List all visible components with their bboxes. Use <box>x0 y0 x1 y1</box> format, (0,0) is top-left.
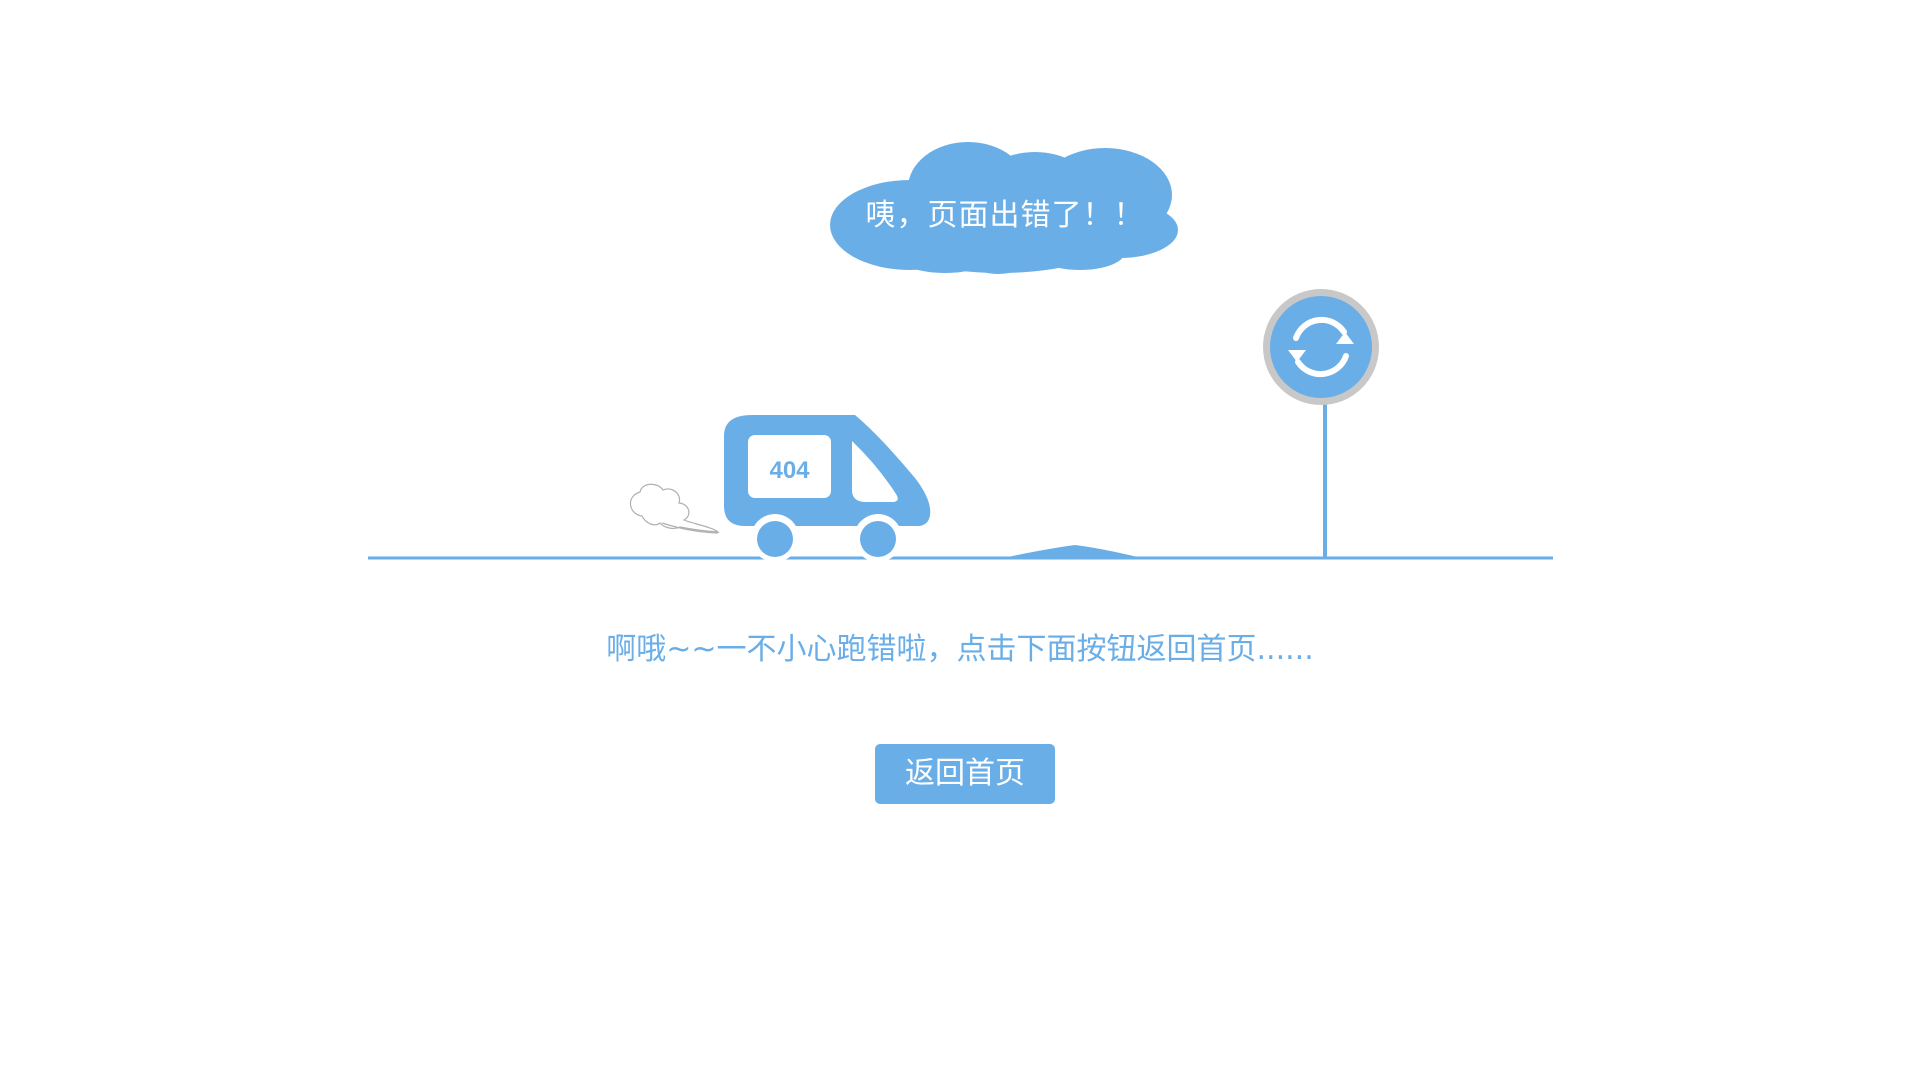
return-home-button[interactable]: 返回首页 <box>875 744 1055 804</box>
error-message: 啊哦~~一不小心跑错啦，点击下面按钮返回首页...... <box>606 632 1314 667</box>
van-wheel-front <box>860 521 896 557</box>
error-illustration: 404 <box>368 142 1553 562</box>
error-404-page: 404 咦，页面出错了！！ 啊哦~~一不小心跑错啦，点击下面按钮返回首页....… <box>0 0 1920 1080</box>
van <box>724 415 931 562</box>
van-wheel-rear <box>757 521 793 557</box>
sign-face <box>1270 296 1372 398</box>
smoke-puff <box>629 483 720 534</box>
van-plate-text: 404 <box>769 457 810 484</box>
road-bump <box>1003 545 1142 558</box>
cloud-title: 咦，页面出错了！！ <box>865 198 1145 233</box>
